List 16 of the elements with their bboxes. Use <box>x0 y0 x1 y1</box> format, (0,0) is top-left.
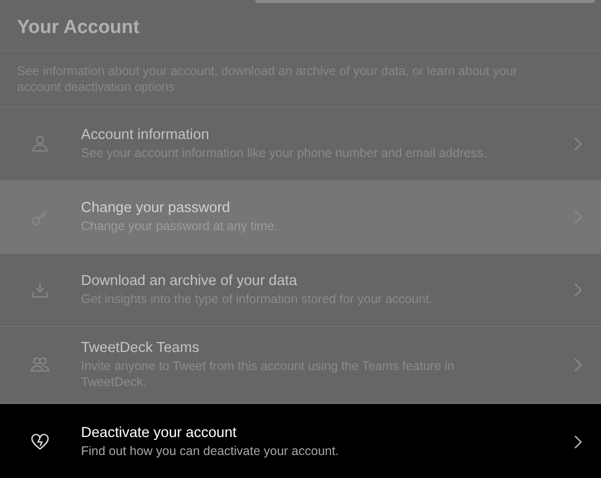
item-title: TweetDeck Teams <box>81 340 200 356</box>
page-title: Your Account <box>17 17 140 39</box>
search-field[interactable] <box>255 0 595 3</box>
item-subtitle: Find out how you can deactivate your account. <box>81 442 340 458</box>
download-icon <box>30 280 50 300</box>
chevron-icon <box>573 434 583 450</box>
chevron-icon <box>573 282 583 298</box>
chevron-icon <box>573 136 583 152</box>
person-icon <box>30 134 50 154</box>
broken-heart-icon <box>30 432 50 452</box>
settings-item[interactable]: Deactivate your account Find out how you can deactivate your account. <box>0 404 601 478</box>
item-title: Download an archive of your data <box>81 273 298 289</box>
item-title: Change your password <box>81 200 232 216</box>
item-title: Deactivate your account <box>81 424 238 440</box>
item-title: Account information <box>81 127 210 143</box>
chevron-icon <box>573 357 583 373</box>
